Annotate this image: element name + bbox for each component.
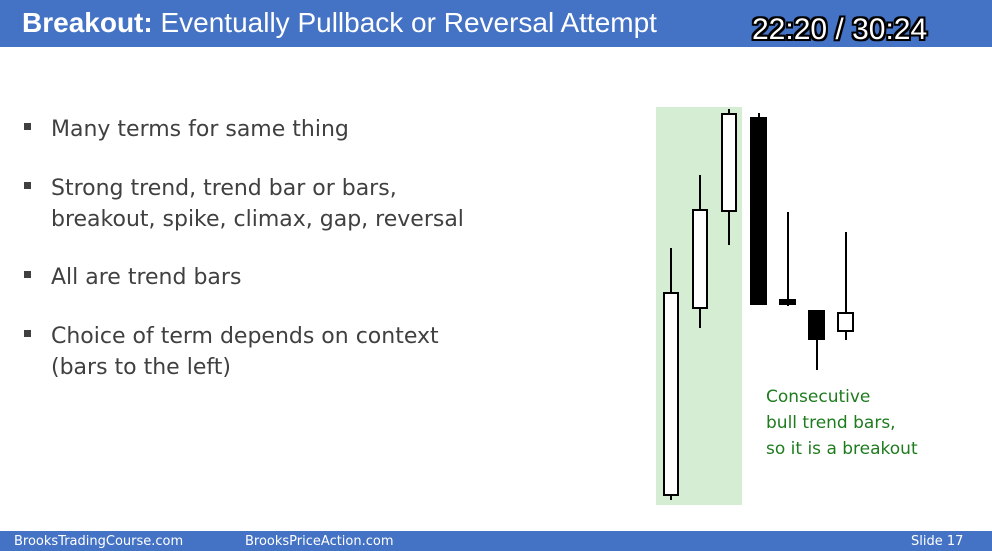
slide-number: Slide 17 [911, 534, 964, 549]
footer-site-middle[interactable]: BrooksPriceAction.com [245, 534, 394, 549]
bullet-square-icon [24, 271, 31, 278]
bullet-text: Strong trend, trend bar or bars, breakou… [51, 176, 464, 232]
slide-title-rest: Eventually Pullback or Reversal Attempt [152, 7, 657, 38]
bullet-text: Choice of term depends on context (bars … [51, 324, 439, 380]
footer-site-left[interactable]: BrooksTradingCourse.com [14, 534, 183, 549]
bear-candle-1 [750, 113, 767, 305]
bullet-square-icon [24, 330, 31, 337]
bull-candle-4 [837, 232, 854, 340]
footer-bar: BrooksTradingCourse.com BrooksPriceActio… [0, 531, 992, 551]
slide-title-bold: Breakout: [22, 7, 153, 38]
slide-title: Breakout: Eventually Pullback or Reversa… [22, 5, 657, 41]
video-timer: 22:20 / 30:24 [752, 13, 928, 46]
bullet-text: All are trend bars [51, 265, 242, 290]
breakout-annotation: Consecutive bull trend bars, so it is a … [766, 387, 918, 459]
bear-candle-3 [808, 310, 825, 370]
bullet-square-icon [24, 182, 31, 189]
bullet-square-icon [24, 123, 31, 130]
bear-candle-2 [779, 212, 796, 306]
bullet-text: Many terms for same thing [51, 117, 349, 142]
